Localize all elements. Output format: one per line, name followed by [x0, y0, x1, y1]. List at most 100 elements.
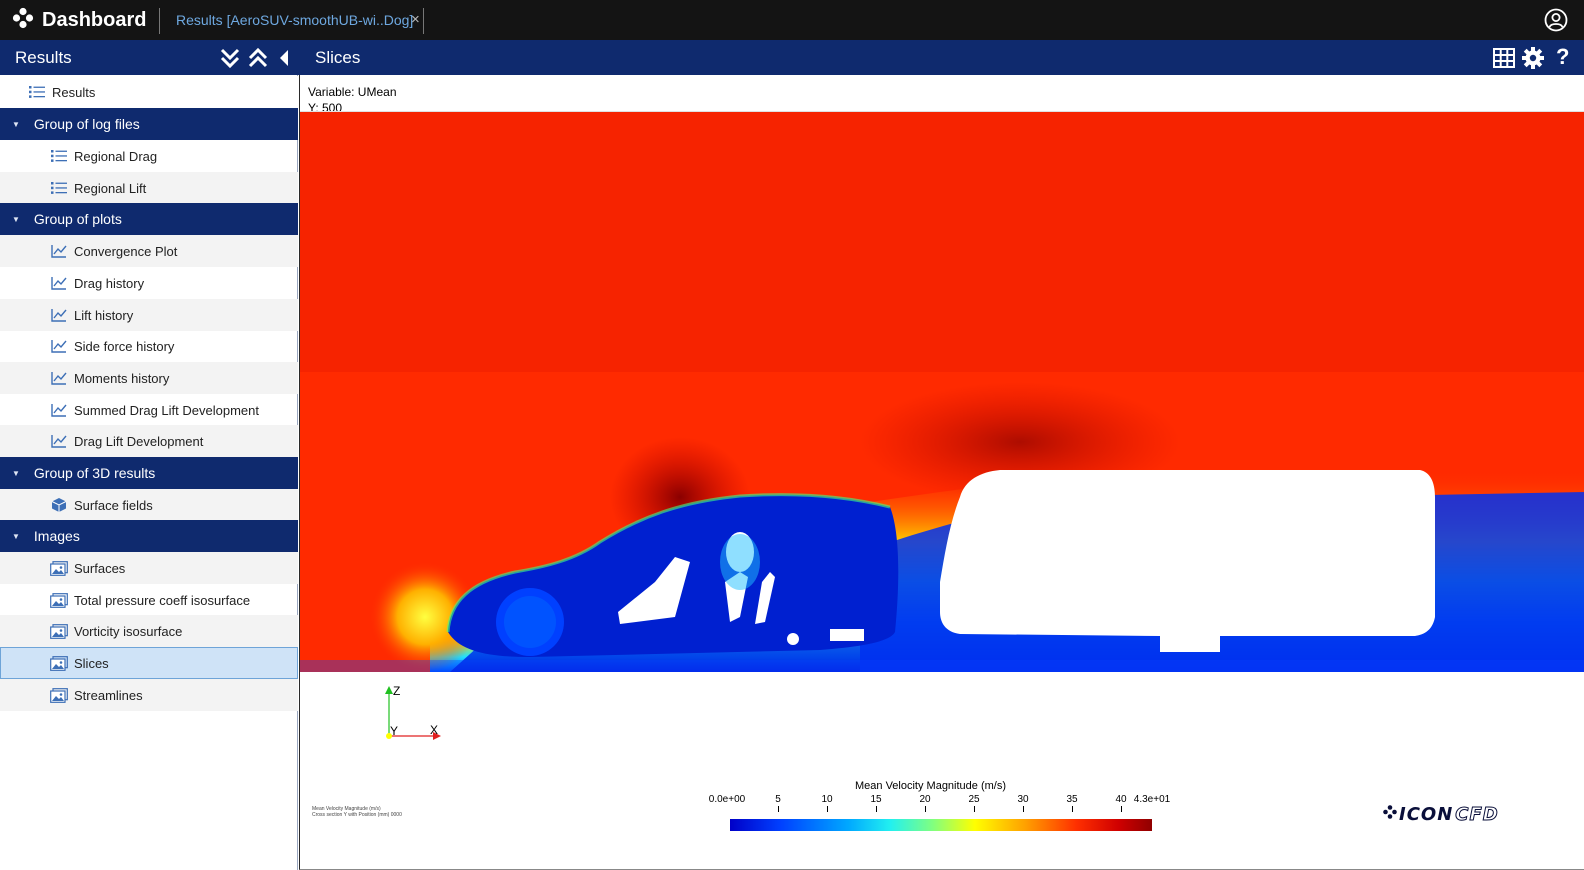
expand-triangle-icon: ▼: [12, 214, 20, 224]
sidebar-item-moments-history[interactable]: Moments history: [0, 362, 298, 394]
sidebar-item-convergence-plot[interactable]: Convergence Plot: [0, 235, 298, 267]
sidebar-item-lift-history[interactable]: Lift history: [0, 299, 298, 331]
colorbar-max-label: 4.3e+01: [1133, 794, 1171, 805]
axis-x-label: X: [430, 723, 439, 737]
line-chart-icon: [50, 401, 68, 419]
sidebar-item-total-pressure[interactable]: Total pressure coeff isosurface: [0, 584, 298, 616]
group-label: Group of 3D results: [33, 465, 156, 481]
colorbar-tickmark: [925, 806, 926, 812]
logo-dots-icon: [1383, 805, 1397, 824]
cube-icon: [50, 496, 68, 514]
sidebar: Results ▼ Group of log files Regional Dr…: [0, 75, 298, 870]
sidebar-item-label: Side force history: [74, 338, 175, 354]
divider: [159, 8, 160, 34]
colorbar-tick: 20: [919, 794, 931, 805]
axis-y-label: Y: [390, 724, 399, 738]
tab-results[interactable]: Results [AeroSUV-smoothUB-wi..Dog]: [176, 0, 413, 40]
line-chart-icon: [50, 274, 68, 292]
sidebar-item-label: Surface fields: [74, 497, 153, 513]
colorbar-tick: 5: [775, 794, 781, 805]
sidebar-item-label: Streamlines: [74, 687, 143, 703]
divider: [423, 8, 424, 34]
expand-triangle-icon: ▼: [12, 531, 20, 541]
image-icon: [50, 622, 68, 640]
sidebar-item-regional-drag[interactable]: Regional Drag: [0, 140, 298, 172]
sidebar-item-label: Results: [52, 84, 96, 100]
sidebar-item-results[interactable]: Results: [0, 76, 298, 108]
gear-icon[interactable]: [1521, 46, 1545, 75]
sidebar-item-streamlines[interactable]: Streamlines: [0, 679, 298, 711]
sidebar-item-label: Summed Drag Lift Development: [74, 402, 259, 418]
group-log-files[interactable]: ▼ Group of log files: [0, 108, 298, 140]
colorbar-tickmark: [1072, 806, 1073, 812]
colorbar-tickmark: [827, 806, 828, 812]
sidebar-item-slices[interactable]: Slices: [0, 647, 298, 679]
line-chart-icon: [50, 432, 68, 450]
colorbar-tick: 30: [1017, 794, 1029, 805]
legend-note: Mean Velocity Magnitude (m/s) Cross sect…: [312, 806, 402, 818]
sidebar-item-label: Drag history: [74, 275, 145, 291]
help-icon[interactable]: ?: [1556, 44, 1569, 70]
sidebar-item-side-force-history[interactable]: Side force history: [0, 330, 298, 362]
sidebar-item-label: Convergence Plot: [74, 243, 178, 259]
sidebar-item-vorticity[interactable]: Vorticity isosurface: [0, 615, 298, 647]
group-3d-results[interactable]: ▼ Group of 3D results: [0, 457, 298, 489]
image-icon: [50, 686, 68, 704]
sidebar-item-regional-lift[interactable]: Regional Lift: [0, 172, 298, 204]
sidebar-item-drag-history[interactable]: Drag history: [0, 267, 298, 299]
panel-title: Results: [15, 48, 72, 67]
user-icon[interactable]: [1544, 8, 1568, 37]
line-chart-icon: [50, 337, 68, 355]
image-icon: [50, 654, 68, 672]
logo-text-cfd: CFD: [1455, 804, 1499, 826]
brand[interactable]: Dashboard: [12, 0, 146, 40]
expand-triangle-icon: ▼: [12, 468, 20, 478]
view-title: Slices: [315, 48, 361, 67]
colorbar-tick: 35: [1066, 794, 1078, 805]
sidebar-item-surfaces[interactable]: Surfaces: [0, 552, 298, 584]
colorbar-tickmark: [876, 806, 877, 812]
sidebar-item-label: Moments history: [74, 370, 170, 386]
list-icon: [50, 179, 68, 197]
colorbar-tickmark: [1023, 806, 1024, 812]
group-label: Group of log files: [33, 116, 140, 132]
orientation-axes: Z Y X: [381, 684, 451, 749]
sidebar-item-label: Vorticity isosurface: [74, 623, 183, 639]
colorbar-tick: 25: [968, 794, 980, 805]
sub-header: Results Slices ?: [0, 40, 1584, 75]
tab-close-icon[interactable]: ×: [411, 11, 420, 28]
velocity-slice-image: [300, 111, 1584, 672]
collapse-sidebar-icon[interactable]: [278, 49, 290, 72]
group-label: Group of plots: [33, 211, 122, 227]
expand-all-icon[interactable]: [220, 47, 240, 74]
sidebar-item-label: Surfaces: [74, 560, 126, 576]
colorbar-tick: 40: [1115, 794, 1127, 805]
list-icon: [28, 83, 46, 101]
colorbar-tickmark: [778, 806, 779, 812]
icon-cfd-logo: ICON CFD: [1383, 804, 1499, 826]
variable-name: Variable: UMean: [308, 85, 397, 99]
collapse-all-icon[interactable]: [248, 47, 268, 74]
sidebar-item-label: Slices: [74, 655, 109, 671]
colorbar-tick: 10: [821, 794, 833, 805]
expand-triangle-icon: ▼: [12, 119, 20, 129]
group-images[interactable]: ▼ Images: [0, 520, 298, 552]
colorbar-tick: 15: [870, 794, 882, 805]
colorbar-tickmark: [1121, 806, 1122, 812]
group-plots[interactable]: ▼ Group of plots: [0, 203, 298, 235]
image-icon: [50, 559, 68, 577]
sidebar-item-drag-lift-development[interactable]: Drag Lift Development: [0, 425, 298, 457]
slice-viewport[interactable]: Variable: UMean Y: 500 Z Y X Mean Veloci…: [299, 75, 1584, 870]
sidebar-item-summed-drag-lift[interactable]: Summed Drag Lift Development: [0, 394, 298, 426]
sidebar-item-label: Regional Drag: [74, 148, 158, 164]
colorbar: [730, 819, 1152, 831]
sidebar-item-surface-fields[interactable]: Surface fields: [0, 489, 298, 521]
logo-text-icon: ICON: [1399, 804, 1454, 825]
table-icon[interactable]: [1493, 48, 1515, 73]
colorbar-tickmark: [974, 806, 975, 812]
sidebar-item-label: Regional Lift: [74, 180, 147, 196]
sidebar-item-label: Lift history: [74, 307, 134, 323]
legend-note-line: Cross section Y with Position (mm) 0000: [312, 812, 402, 818]
group-label: Images: [33, 528, 80, 544]
line-chart-icon: [50, 306, 68, 324]
